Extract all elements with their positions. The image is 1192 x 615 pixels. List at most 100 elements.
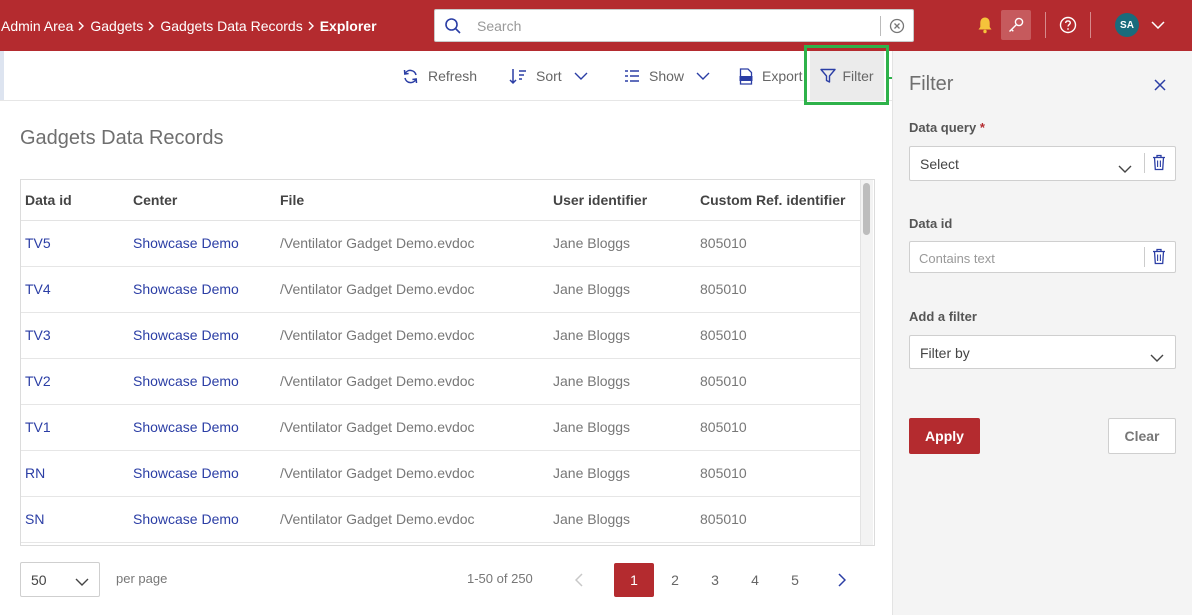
- add-filter-select[interactable]: Filter by: [909, 335, 1176, 369]
- chevron-down-icon: [1150, 349, 1164, 365]
- chevron-down-icon[interactable]: [1143, 10, 1173, 40]
- breadcrumb-explorer: Explorer: [319, 17, 377, 34]
- next-page-icon[interactable]: [822, 563, 862, 597]
- show-label: Show: [649, 68, 685, 84]
- table-row[interactable]: TV5 Showcase Demo /Ventilator Gadget Dem…: [21, 220, 861, 267]
- filter-highlight-box: [804, 45, 889, 105]
- refresh-icon: [402, 68, 419, 85]
- table-row[interactable]: SN Showcase Demo /Ventilator Gadget Demo…: [21, 496, 861, 543]
- close-icon[interactable]: [1150, 75, 1170, 95]
- file-cell: /Ventilator Gadget Demo.evdoc: [276, 266, 549, 313]
- user-identifier-cell: Jane Bloggs: [549, 220, 696, 267]
- user-avatar[interactable]: SA: [1115, 13, 1139, 37]
- apply-button[interactable]: Apply: [909, 418, 980, 454]
- custom-ref-cell: 805010: [696, 450, 861, 497]
- center-cell[interactable]: Showcase Demo: [129, 312, 276, 359]
- center-cell[interactable]: Showcase Demo: [129, 358, 276, 405]
- key-icon[interactable]: [1001, 10, 1031, 40]
- previous-page-icon[interactable]: [559, 563, 599, 597]
- breadcrumb: Admin Area Gadgets Gadgets Data Records …: [1, 0, 377, 51]
- center-cell[interactable]: Showcase Demo: [129, 266, 276, 313]
- data-id-cell[interactable]: TV1: [21, 404, 129, 451]
- chevron-right-icon: [308, 21, 315, 31]
- breadcrumb-gadgets[interactable]: Gadgets: [90, 18, 143, 34]
- file-cell: /Ventilator Gadget Demo.evdoc: [276, 358, 549, 405]
- column-header-center[interactable]: Center: [129, 180, 276, 221]
- data-id-cell[interactable]: TV2: [21, 358, 129, 405]
- page-5-button[interactable]: 5: [775, 563, 815, 597]
- top-bar: Admin Area Gadgets Gadgets Data Records …: [0, 0, 1192, 51]
- center-cell[interactable]: Showcase Demo: [129, 450, 276, 497]
- chevron-right-icon: [78, 21, 85, 31]
- show-button[interactable]: Show: [624, 51, 710, 101]
- chevron-right-icon: [148, 21, 155, 31]
- filter-panel: Filter Data query * Select Data id Add a…: [892, 51, 1192, 615]
- page-title: Gadgets Data Records: [20, 127, 224, 149]
- breadcrumb-admin-area[interactable]: Admin Area: [1, 18, 73, 34]
- table-row[interactable]: TV1 Showcase Demo /Ventilator Gadget Dem…: [21, 404, 861, 451]
- column-header-custom-ref-identifier[interactable]: Custom Ref. identifier: [696, 180, 861, 221]
- refresh-label: Refresh: [428, 68, 478, 84]
- trash-icon[interactable]: [1152, 154, 1166, 174]
- export-button[interactable]: Export: [739, 51, 802, 101]
- table-row[interactable]: TV4 Showcase Demo /Ventilator Gadget Dem…: [21, 266, 861, 313]
- field-divider: [1144, 247, 1145, 267]
- chevron-down-icon: [75, 573, 89, 589]
- data-query-select[interactable]: Select: [909, 146, 1176, 181]
- custom-ref-cell: 805010: [696, 220, 861, 267]
- center-cell[interactable]: Showcase Demo: [129, 496, 276, 543]
- custom-ref-cell: 805010: [696, 358, 861, 405]
- page-2-button[interactable]: 2: [655, 563, 695, 597]
- data-id-filter-label: Data id: [909, 216, 953, 231]
- column-header-user-identifier[interactable]: User identifier: [549, 180, 696, 221]
- table-row[interactable]: TV2 Showcase Demo /Ventilator Gadget Dem…: [21, 358, 861, 405]
- custom-ref-cell: 805010: [696, 312, 861, 359]
- refresh-button[interactable]: Refresh: [402, 51, 477, 101]
- user-identifier-cell: Jane Bloggs: [549, 496, 696, 543]
- breadcrumb-gadgets-data-records[interactable]: Gadgets Data Records: [160, 18, 302, 34]
- per-page-value: 50: [31, 571, 47, 588]
- page-1-button[interactable]: 1: [614, 563, 654, 597]
- clear-search-icon[interactable]: [881, 10, 913, 41]
- sort-button[interactable]: Sort: [509, 51, 588, 101]
- data-id-cell[interactable]: RN: [21, 450, 129, 497]
- help-icon[interactable]: [1053, 10, 1083, 40]
- custom-ref-cell: 805010: [696, 404, 861, 451]
- center-cell[interactable]: Showcase Demo: [129, 220, 276, 267]
- page-3-button[interactable]: 3: [695, 563, 735, 597]
- per-page-label: per page: [116, 571, 168, 586]
- data-id-cell[interactable]: TV5: [21, 220, 129, 267]
- column-header-file[interactable]: File: [276, 180, 549, 221]
- required-marker: *: [979, 120, 985, 135]
- file-cell: /Ventilator Gadget Demo.evdoc: [276, 404, 549, 451]
- custom-ref-cell: 805010: [696, 496, 861, 543]
- table-row[interactable]: TV3 Showcase Demo /Ventilator Gadget Dem…: [21, 312, 861, 359]
- user-identifier-cell: Jane Bloggs: [549, 358, 696, 405]
- data-id-filter-input[interactable]: [919, 247, 1139, 269]
- scrollbar-thumb[interactable]: [863, 183, 870, 235]
- per-page-select[interactable]: 50: [20, 562, 100, 597]
- trash-icon[interactable]: [1152, 248, 1166, 268]
- user-identifier-cell: Jane Bloggs: [549, 312, 696, 359]
- chevron-down-icon: [574, 72, 588, 80]
- add-filter-value: Filter by: [920, 345, 970, 361]
- data-id-cell[interactable]: SN: [21, 496, 129, 543]
- column-header-data-id[interactable]: Data id: [21, 180, 129, 221]
- notifications-bell-icon[interactable]: [970, 10, 1000, 40]
- custom-ref-cell: 805010: [696, 266, 861, 313]
- chevron-down-icon: [1118, 160, 1132, 176]
- search-input[interactable]: [471, 11, 880, 40]
- data-query-value: Select: [920, 156, 959, 172]
- content-toolbar: Refresh Sort Show Export: [0, 51, 892, 101]
- chevron-down-icon: [696, 72, 710, 80]
- field-divider: [1144, 153, 1145, 173]
- table-scrollbar[interactable]: [860, 180, 873, 545]
- table-row[interactable]: RN Showcase Demo /Ventilator Gadget Demo…: [21, 450, 861, 497]
- data-id-cell[interactable]: TV3: [21, 312, 129, 359]
- clear-button[interactable]: Clear: [1108, 418, 1176, 454]
- filter-panel-title: Filter: [909, 73, 954, 95]
- data-id-cell[interactable]: TV4: [21, 266, 129, 313]
- center-cell[interactable]: Showcase Demo: [129, 404, 276, 451]
- file-cell: /Ventilator Gadget Demo.evdoc: [276, 312, 549, 359]
- page-4-button[interactable]: 4: [735, 563, 775, 597]
